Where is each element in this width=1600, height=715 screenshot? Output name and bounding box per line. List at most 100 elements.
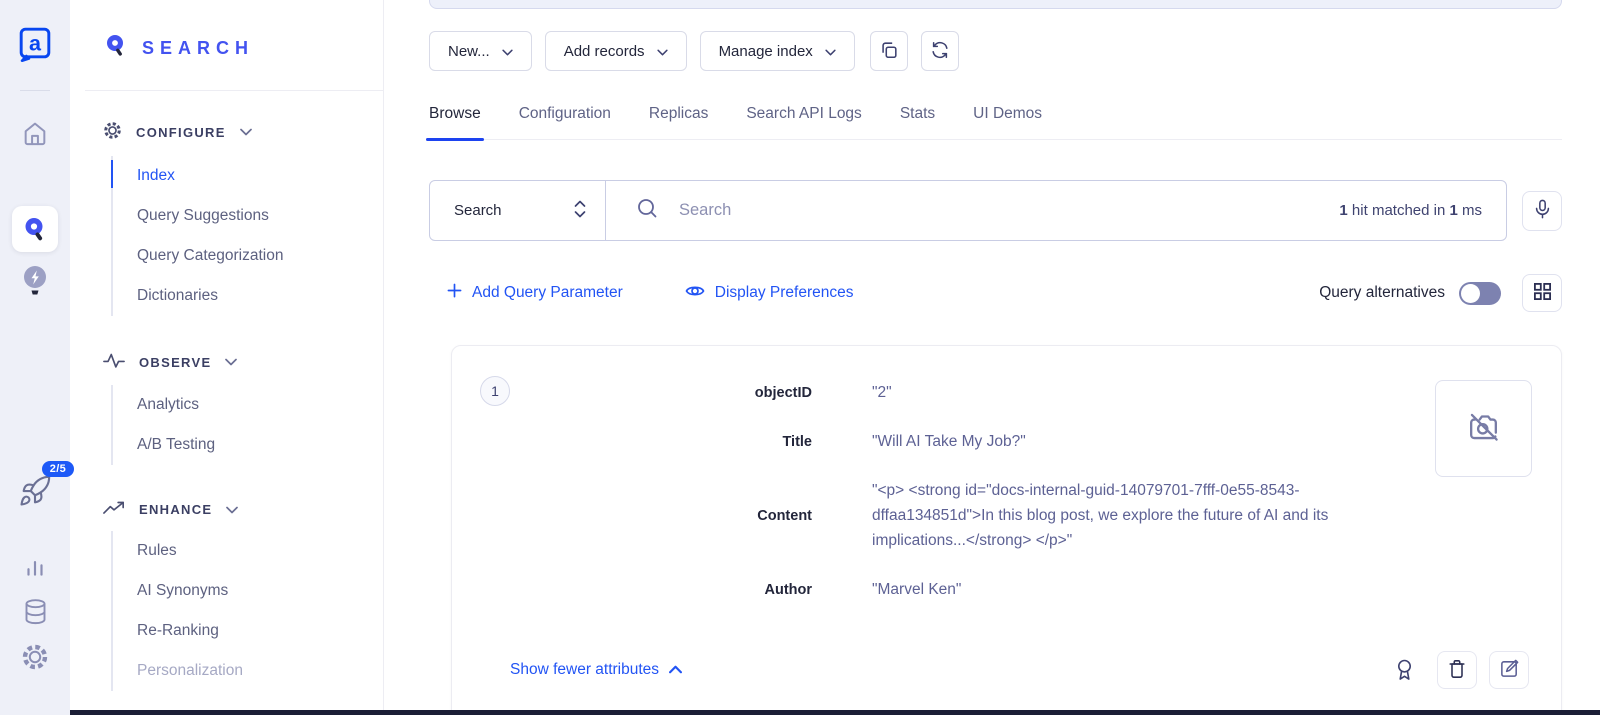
- tab-configuration[interactable]: Configuration: [519, 105, 611, 139]
- sidebar-item-index[interactable]: Index: [113, 156, 383, 196]
- toolbar: New... Add records Manage index: [429, 31, 1562, 71]
- plus-icon: [447, 283, 462, 303]
- field-row-objectid: objectID "2": [452, 380, 1394, 405]
- add-records-button[interactable]: Add records: [545, 31, 687, 71]
- eye-icon: [685, 283, 705, 304]
- display-preferences-link[interactable]: Display Preferences: [685, 283, 854, 304]
- sidebar-item-query-categorization[interactable]: Query Categorization: [113, 236, 383, 276]
- configure-section-header[interactable]: CONFIGURE: [103, 121, 383, 143]
- sidebar-item-ai-synonyms[interactable]: AI Synonyms: [113, 571, 383, 611]
- lightbulb-icon[interactable]: [22, 264, 48, 298]
- ranking-info-button[interactable]: [1395, 658, 1414, 682]
- pulse-icon: [103, 352, 125, 372]
- layout-grid-button[interactable]: [1522, 274, 1562, 312]
- chevron-down-icon: [657, 49, 668, 56]
- camera-off-icon: [1465, 408, 1502, 450]
- field-row-author: Author "Marvel Ken": [452, 577, 1394, 602]
- left-rail: a 2/5: [0, 0, 70, 715]
- record-actions: [1395, 651, 1529, 689]
- sidebar: SEARCH CONFIGURE Index Query Suggestions: [70, 0, 384, 715]
- algolia-dashboard: a 2/5: [0, 0, 1600, 715]
- chevron-down-icon: [825, 49, 836, 56]
- rail-divider: [20, 90, 50, 91]
- query-alternatives-label: Query alternatives: [1319, 284, 1445, 302]
- edit-icon: [1499, 658, 1520, 682]
- copy-icon: [879, 40, 899, 63]
- home-icon[interactable]: [21, 119, 49, 147]
- trend-up-icon: [103, 501, 125, 518]
- database-icon[interactable]: [22, 597, 49, 627]
- index-selector-partial[interactable]: [429, 0, 1562, 9]
- sidebar-item-personalization[interactable]: Personalization: [113, 651, 383, 691]
- sidebar-section-observe: OBSERVE Analytics A/B Testing: [103, 352, 383, 465]
- search-mode-selector[interactable]: Search: [430, 181, 606, 240]
- sidebar-section-enhance: ENHANCE Rules AI Synonyms Re-Ranking Per…: [103, 501, 383, 691]
- rail-bottom-group: 2/5: [18, 474, 52, 671]
- record-fields: objectID "2" Title "Will AI Take My Job?…: [452, 380, 1394, 626]
- search-row: Search 1 hit matched in 1 ms: [429, 180, 1562, 241]
- configure-label: CONFIGURE: [136, 125, 226, 140]
- enhance-section-header[interactable]: ENHANCE: [103, 501, 383, 518]
- search-nav-icon[interactable]: [12, 206, 58, 252]
- query-alternatives-toggle[interactable]: [1459, 282, 1501, 305]
- bar-chart-icon[interactable]: [22, 554, 48, 580]
- chevron-down-icon: [240, 128, 252, 136]
- add-records-label: Add records: [564, 43, 645, 60]
- main-content: New... Add records Manage index: [384, 0, 1600, 715]
- tab-browse[interactable]: Browse: [429, 105, 481, 139]
- add-query-parameter-link[interactable]: Add Query Parameter: [447, 283, 623, 303]
- edit-record-button[interactable]: [1489, 651, 1529, 689]
- toggle-knob: [1461, 284, 1480, 303]
- field-name: Author: [452, 582, 812, 598]
- tab-search-api-logs[interactable]: Search API Logs: [746, 105, 861, 139]
- magnifier-icon: [636, 197, 659, 225]
- sidebar-item-ab-testing[interactable]: A/B Testing: [113, 425, 383, 465]
- bottom-window-edge: [70, 710, 1600, 715]
- settings-gear-icon[interactable]: [21, 643, 49, 671]
- sidebar-item-re-ranking[interactable]: Re-Ranking: [113, 611, 383, 651]
- tab-ui-demos[interactable]: UI Demos: [973, 105, 1042, 139]
- show-fewer-attributes-link[interactable]: Show fewer attributes: [510, 661, 682, 679]
- search-product-icon: [103, 32, 129, 65]
- rocket-icon[interactable]: 2/5: [18, 474, 52, 508]
- sidebar-header: SEARCH: [103, 30, 383, 66]
- voice-search-button[interactable]: [1522, 191, 1562, 231]
- grid-icon: [1533, 282, 1552, 304]
- new-button[interactable]: New...: [429, 31, 532, 71]
- record-image-placeholder[interactable]: [1435, 380, 1532, 477]
- display-preferences-label: Display Preferences: [715, 284, 854, 302]
- field-row-title: Title "Will AI Take My Job?": [452, 429, 1394, 454]
- manage-index-label: Manage index: [719, 43, 813, 60]
- observe-section-header[interactable]: OBSERVE: [103, 352, 383, 372]
- sidebar-item-analytics[interactable]: Analytics: [113, 385, 383, 425]
- chevron-down-icon: [225, 358, 237, 366]
- observe-label: OBSERVE: [139, 355, 211, 370]
- refresh-button[interactable]: [921, 31, 959, 71]
- tab-replicas[interactable]: Replicas: [649, 105, 708, 139]
- sidebar-item-rules[interactable]: Rules: [113, 531, 383, 571]
- new-button-label: New...: [448, 43, 490, 60]
- chevron-up-down-icon: [573, 198, 587, 224]
- tab-stats[interactable]: Stats: [900, 105, 935, 139]
- refresh-icon: [930, 40, 950, 63]
- sidebar-item-dictionaries[interactable]: Dictionaries: [113, 276, 383, 316]
- svg-text:a: a: [29, 30, 42, 55]
- field-value: "2": [872, 380, 1394, 405]
- field-name: Title: [452, 434, 812, 450]
- sidebar-title: SEARCH: [142, 38, 254, 59]
- delete-record-button[interactable]: [1437, 651, 1477, 689]
- field-value: "Will AI Take My Job?": [872, 429, 1394, 454]
- search-input[interactable]: [679, 201, 1319, 220]
- sidebar-divider: [85, 90, 383, 91]
- copy-button[interactable]: [870, 31, 908, 71]
- record-card: 1 objectID "2" Title "Will AI Take My Jo…: [451, 345, 1562, 715]
- field-row-content: Content "<p> <strong id="docs-internal-g…: [452, 478, 1394, 553]
- trash-icon: [1447, 658, 1467, 683]
- sidebar-item-query-suggestions[interactable]: Query Suggestions: [113, 196, 383, 236]
- search-mode-value: Search: [454, 202, 502, 219]
- chevron-up-icon: [669, 661, 682, 679]
- algolia-logo-icon[interactable]: a: [16, 24, 54, 62]
- add-query-parameter-label: Add Query Parameter: [472, 284, 623, 302]
- manage-index-button[interactable]: Manage index: [700, 31, 855, 71]
- record-card-footer: Show fewer attributes: [510, 651, 1529, 689]
